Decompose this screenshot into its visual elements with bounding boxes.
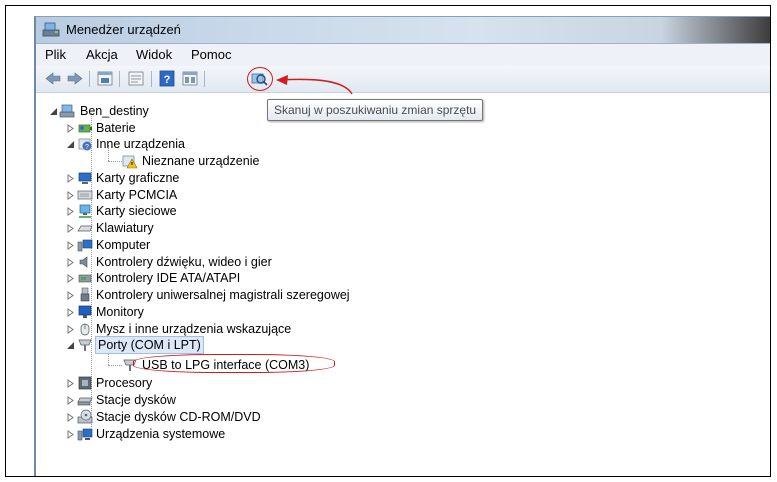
tree-root-label: Ben_destiny bbox=[80, 104, 149, 118]
tree-item-label: Baterie bbox=[96, 121, 136, 135]
mouse-icon bbox=[80, 323, 90, 336]
tree-item-label: Kontrolery IDE ATA/ATAPI bbox=[96, 271, 241, 285]
menu-bar: Plik Akcja Widok Pomoc bbox=[36, 44, 770, 66]
keyboard-icon bbox=[77, 225, 93, 232]
expand-arrow-icon[interactable] bbox=[67, 308, 75, 317]
computer-icon bbox=[77, 239, 93, 252]
display-adapter-icon bbox=[78, 172, 92, 184]
expand-arrow-icon[interactable] bbox=[67, 413, 75, 422]
toolbar-separator bbox=[151, 71, 152, 87]
forward-icon[interactable] bbox=[66, 70, 84, 87]
expand-arrow-icon[interactable] bbox=[67, 258, 75, 267]
collapse-arrow-icon[interactable] bbox=[67, 341, 75, 350]
tree-connector bbox=[108, 365, 122, 366]
screenshot-frame: Menedżer urządzeń Plik Akcja Widok Pomoc bbox=[5, 5, 771, 477]
disk-drive-icon bbox=[77, 397, 93, 406]
expand-arrow-icon[interactable] bbox=[67, 207, 75, 216]
device-tree: Ben_destiny Baterie ? Inne urządzenia Ni… bbox=[36, 97, 770, 476]
tree-item-label: Mysz i inne urządzenia wskazujące bbox=[96, 322, 292, 336]
title-bar[interactable]: Menedżer urządzeń bbox=[36, 17, 770, 44]
window-title: Menedżer urządzeń bbox=[66, 22, 181, 37]
tree-item-label: Kontrolery uniwersalnej magistrali szere… bbox=[96, 288, 350, 302]
device-manager-window: Menedżer urządzeń Plik Akcja Widok Pomoc bbox=[34, 16, 770, 476]
battery-icon bbox=[78, 124, 92, 133]
expand-arrow-icon[interactable] bbox=[67, 191, 75, 200]
expand-arrow-icon[interactable] bbox=[67, 396, 75, 405]
tree-item-label: Komputer bbox=[96, 238, 151, 252]
unknown-device-icon: ? bbox=[78, 138, 92, 151]
processor-icon bbox=[78, 376, 92, 390]
collapse-arrow-icon[interactable] bbox=[67, 140, 75, 149]
tree-item-label: Monitory bbox=[96, 305, 144, 319]
expand-arrow-icon[interactable] bbox=[67, 124, 75, 133]
tree-connector bbox=[108, 161, 122, 162]
expand-arrow-icon[interactable] bbox=[67, 379, 75, 388]
toolbar-separator bbox=[204, 71, 205, 87]
cdrom-drive-icon bbox=[77, 409, 93, 424]
toolbar-separator bbox=[119, 71, 120, 87]
expand-arrow-icon[interactable] bbox=[67, 241, 75, 250]
menu-plik[interactable]: Plik bbox=[45, 47, 66, 62]
tree-item-label: Karty graficzne bbox=[96, 171, 180, 185]
tree-item-label: Stacje dysków CD-ROM/DVD bbox=[96, 410, 261, 424]
tree-item-label: Kontrolery dźwięku, wideo i gier bbox=[96, 255, 272, 269]
menu-akcja[interactable]: Akcja bbox=[86, 47, 118, 62]
computer-icon bbox=[59, 104, 75, 118]
device-list-icon[interactable] bbox=[181, 70, 199, 87]
properties-view-icon[interactable] bbox=[96, 70, 114, 87]
tree-item-label: Karty sieciowe bbox=[96, 204, 177, 218]
network-adapter-icon bbox=[79, 204, 91, 218]
menu-pomoc[interactable]: Pomoc bbox=[191, 47, 231, 62]
tree-item-label: Stacje dysków bbox=[96, 393, 176, 407]
expand-arrow-icon[interactable] bbox=[67, 274, 75, 283]
annotation-circle-com3 bbox=[133, 354, 335, 373]
annotation-arrow bbox=[276, 75, 353, 95]
expand-arrow-icon[interactable] bbox=[67, 430, 75, 439]
tree-item-label: Porty (COM i LPT) bbox=[95, 336, 204, 354]
tree-item-label: Klawiatury bbox=[96, 221, 154, 235]
show-hidden-icon[interactable] bbox=[127, 70, 145, 87]
tree-item-label: Inne urządzenia bbox=[96, 137, 185, 151]
svg-text:?: ? bbox=[164, 74, 171, 86]
system-devices-icon bbox=[77, 428, 93, 441]
ide-controller-icon bbox=[78, 274, 92, 283]
svg-text:?: ? bbox=[85, 144, 89, 151]
usb-controller-icon bbox=[80, 287, 90, 302]
pcmcia-card-icon bbox=[77, 190, 93, 200]
help-icon[interactable]: ? bbox=[158, 70, 176, 87]
monitor-icon bbox=[78, 305, 92, 318]
back-icon[interactable] bbox=[44, 70, 62, 87]
warning-device-icon bbox=[122, 155, 138, 169]
toolbar: ? bbox=[36, 66, 770, 95]
tree-item-label: Nieznane urządzenie bbox=[142, 154, 260, 168]
expand-arrow-icon[interactable] bbox=[67, 291, 75, 300]
tree-item-label: Procesory bbox=[96, 376, 153, 390]
device-manager-app-icon bbox=[42, 22, 60, 37]
expand-arrow-icon[interactable] bbox=[67, 325, 75, 334]
tree-item-label: Karty PCMCIA bbox=[96, 188, 178, 202]
expand-arrow-icon[interactable] bbox=[67, 224, 75, 233]
annotation-circle-scan bbox=[247, 67, 273, 91]
menu-widok[interactable]: Widok bbox=[136, 47, 172, 62]
speaker-icon bbox=[79, 256, 88, 268]
toolbar-separator bbox=[89, 71, 90, 87]
port-icon bbox=[78, 339, 92, 351]
tree-item-label: Urządzenia systemowe bbox=[96, 427, 226, 441]
expand-arrow-icon[interactable] bbox=[67, 174, 75, 183]
collapse-arrow-icon[interactable] bbox=[50, 107, 58, 116]
